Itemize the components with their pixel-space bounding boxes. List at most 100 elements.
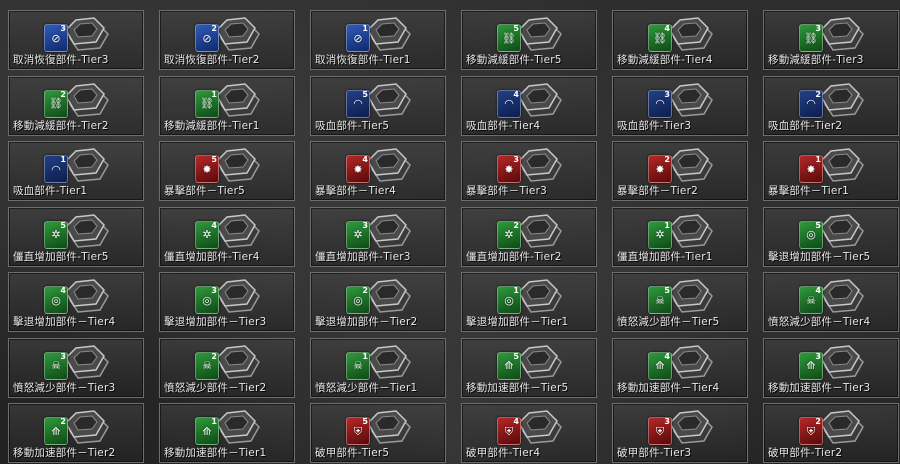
part-card[interactable]: ✲ 2 僵直增加部件-Tier2: [461, 206, 597, 267]
tier-number: 4: [211, 220, 217, 230]
part-card[interactable]: ✲ 5 僵直增加部件-Tier5: [8, 206, 144, 267]
part-card[interactable]: ✸ 5 暴擊部件－Tier5: [159, 141, 295, 201]
part-card[interactable]: ◎ 5 擊退增加部件－Tier5: [763, 206, 899, 267]
part-card[interactable]: ⛨ 2 破甲部件-Tier2: [763, 403, 899, 463]
part-card[interactable]: ⟰ 5 移動加速部件－Tier5: [461, 337, 597, 398]
part-type-icon: ✲ 2: [497, 220, 521, 249]
part-type-icon: ⟰ 1: [195, 417, 219, 445]
part-card[interactable]: ⛨ 3 破甲部件-Tier3: [612, 403, 748, 463]
part-card[interactable]: ⛓ 5 移動減緩部件-Tier5: [461, 10, 597, 70]
part-card[interactable]: ✸ 4 暴擊部件－Tier4: [310, 141, 446, 201]
part-type-icon: ⟰ 2: [44, 417, 68, 445]
part-card[interactable]: ☠ 2 憤怒減少部件－Tier2: [159, 337, 295, 398]
part-card[interactable]: ⟰ 1 移動加速部件－Tier1: [159, 403, 295, 463]
tier-number: 2: [664, 155, 670, 164]
chain-icon: ⛓: [49, 97, 63, 110]
part-card[interactable]: ☠ 1 憤怒減少部件－Tier1: [310, 337, 446, 398]
tier-number: 5: [60, 220, 66, 230]
part-card[interactable]: ☠ 3 憤怒減少部件－Tier3: [8, 337, 144, 398]
part-card[interactable]: ◠ 3 吸血部件-Tier3: [612, 75, 748, 136]
cancel-icon: ⊘: [353, 31, 363, 45]
part-card[interactable]: ◠ 2 吸血部件-Tier2: [763, 75, 899, 136]
part-label: 暴擊部件－Tier5: [164, 185, 245, 197]
part-image: [366, 147, 412, 185]
part-card[interactable]: ◎ 1 擊退增加部件－Tier1: [461, 272, 597, 332]
tier-number: 5: [362, 89, 368, 99]
sparkle-icon: ✲: [655, 228, 665, 241]
part-label: 擊退增加部件－Tier1: [466, 316, 569, 328]
part-card[interactable]: ✸ 1 暴擊部件－Tier1: [763, 141, 899, 201]
tier-number: 1: [513, 286, 519, 295]
part-card[interactable]: ◎ 3 擊退增加部件－Tier3: [159, 272, 295, 332]
part-card[interactable]: ◠ 5 吸血部件-Tier5: [310, 75, 446, 136]
part-type-icon: ⟰ 5: [497, 351, 521, 380]
cancel-icon: ⊘: [202, 31, 212, 45]
part-image: [517, 409, 563, 447]
tier-number: 3: [664, 89, 670, 99]
tier-number: 2: [815, 89, 821, 99]
part-card[interactable]: ⊘ 3 取消恢復部件-Tier3: [8, 10, 144, 70]
part-card[interactable]: ☠ 5 憤怒減少部件－Tier5: [612, 272, 748, 332]
part-card[interactable]: ◠ 4 吸血部件-Tier4: [461, 75, 597, 136]
tier-number: 2: [815, 417, 821, 426]
part-label: 吸血部件-Tier4: [466, 119, 541, 132]
part-image: [215, 213, 261, 251]
part-card[interactable]: ✸ 2 暴擊部件－Tier2: [612, 141, 748, 201]
part-card[interactable]: ⟰ 2 移動加速部件－Tier2: [8, 403, 144, 463]
part-image: [819, 82, 865, 120]
chain-icon: ⛓: [502, 31, 516, 45]
sparkle-icon: ✲: [202, 228, 212, 241]
skull-icon: ☠: [806, 293, 816, 307]
part-label: 暴擊部件－Tier1: [768, 185, 849, 197]
part-type-icon: ◠ 3: [648, 89, 672, 118]
part-label: 憤怒減少部件－Tier4: [768, 316, 871, 328]
part-card[interactable]: ⊘ 1 取消恢復部件-Tier1: [310, 10, 446, 70]
part-card[interactable]: ⛨ 5 破甲部件-Tier5: [310, 403, 446, 463]
part-card[interactable]: ✸ 3 暴擊部件－Tier3: [461, 141, 597, 201]
tier-number: 5: [362, 417, 368, 426]
tier-number: 4: [664, 24, 670, 33]
part-card[interactable]: ✲ 3 僵直增加部件-Tier3: [310, 206, 446, 267]
part-image: [64, 16, 110, 54]
part-card[interactable]: ⛓ 2 移動減緩部件-Tier2: [8, 75, 144, 136]
boot-icon: ⟰: [51, 424, 61, 438]
part-label: 破甲部件-Tier5: [315, 447, 390, 459]
part-type-icon: ◎ 2: [346, 286, 370, 314]
part-type-icon: ◠ 1: [44, 155, 68, 183]
part-image: [517, 213, 563, 251]
part-card[interactable]: ⛓ 3 移動減緩部件-Tier3: [763, 10, 899, 70]
tier-number: 3: [815, 351, 821, 361]
part-card[interactable]: ⟰ 3 移動加速部件－Tier3: [763, 337, 899, 398]
part-card[interactable]: ◎ 2 擊退增加部件－Tier2: [310, 272, 446, 332]
part-card[interactable]: ⛓ 4 移動減緩部件-Tier4: [612, 10, 748, 70]
burst-icon: ✸: [655, 162, 665, 176]
part-card[interactable]: ✲ 1 僵直增加部件-Tier1: [612, 206, 748, 267]
fang-icon: ◠: [353, 97, 363, 110]
part-card[interactable]: ☠ 4 憤怒減少部件－Tier4: [763, 272, 899, 332]
chain-icon: ⛓: [653, 31, 667, 45]
part-label: 移動加速部件－Tier3: [768, 381, 871, 394]
part-image: [517, 147, 563, 185]
chain-icon: ⛓: [200, 97, 214, 110]
part-card[interactable]: ✲ 4 僵直增加部件-Tier4: [159, 206, 295, 267]
part-card[interactable]: ◠ 1 吸血部件-Tier1: [8, 141, 144, 201]
tier-number: 5: [664, 286, 670, 295]
part-label: 移動加速部件－Tier2: [13, 447, 116, 459]
part-image: [64, 213, 110, 251]
skull-icon: ☠: [202, 359, 212, 372]
part-card[interactable]: ⛓ 1 移動減緩部件-Tier1: [159, 75, 295, 136]
part-card[interactable]: ⊘ 2 取消恢復部件-Tier2: [159, 10, 295, 70]
boot-icon: ⟰: [655, 359, 665, 372]
part-card[interactable]: ⟰ 4 移動加速部件－Tier4: [612, 337, 748, 398]
part-label: 僵直增加部件-Tier5: [13, 250, 109, 263]
part-image: [517, 16, 563, 54]
part-card[interactable]: ◎ 4 擊退增加部件－Tier4: [8, 272, 144, 332]
part-card[interactable]: ⛨ 4 破甲部件-Tier4: [461, 403, 597, 463]
part-label: 吸血部件-Tier5: [315, 119, 390, 132]
shield-icon: ⛨: [655, 424, 665, 438]
part-image: [668, 16, 714, 54]
part-image: [668, 344, 714, 382]
tier-number: 4: [513, 89, 519, 99]
ring-icon: ◎: [353, 293, 363, 307]
part-label: 移動減緩部件-Tier3: [768, 54, 864, 66]
